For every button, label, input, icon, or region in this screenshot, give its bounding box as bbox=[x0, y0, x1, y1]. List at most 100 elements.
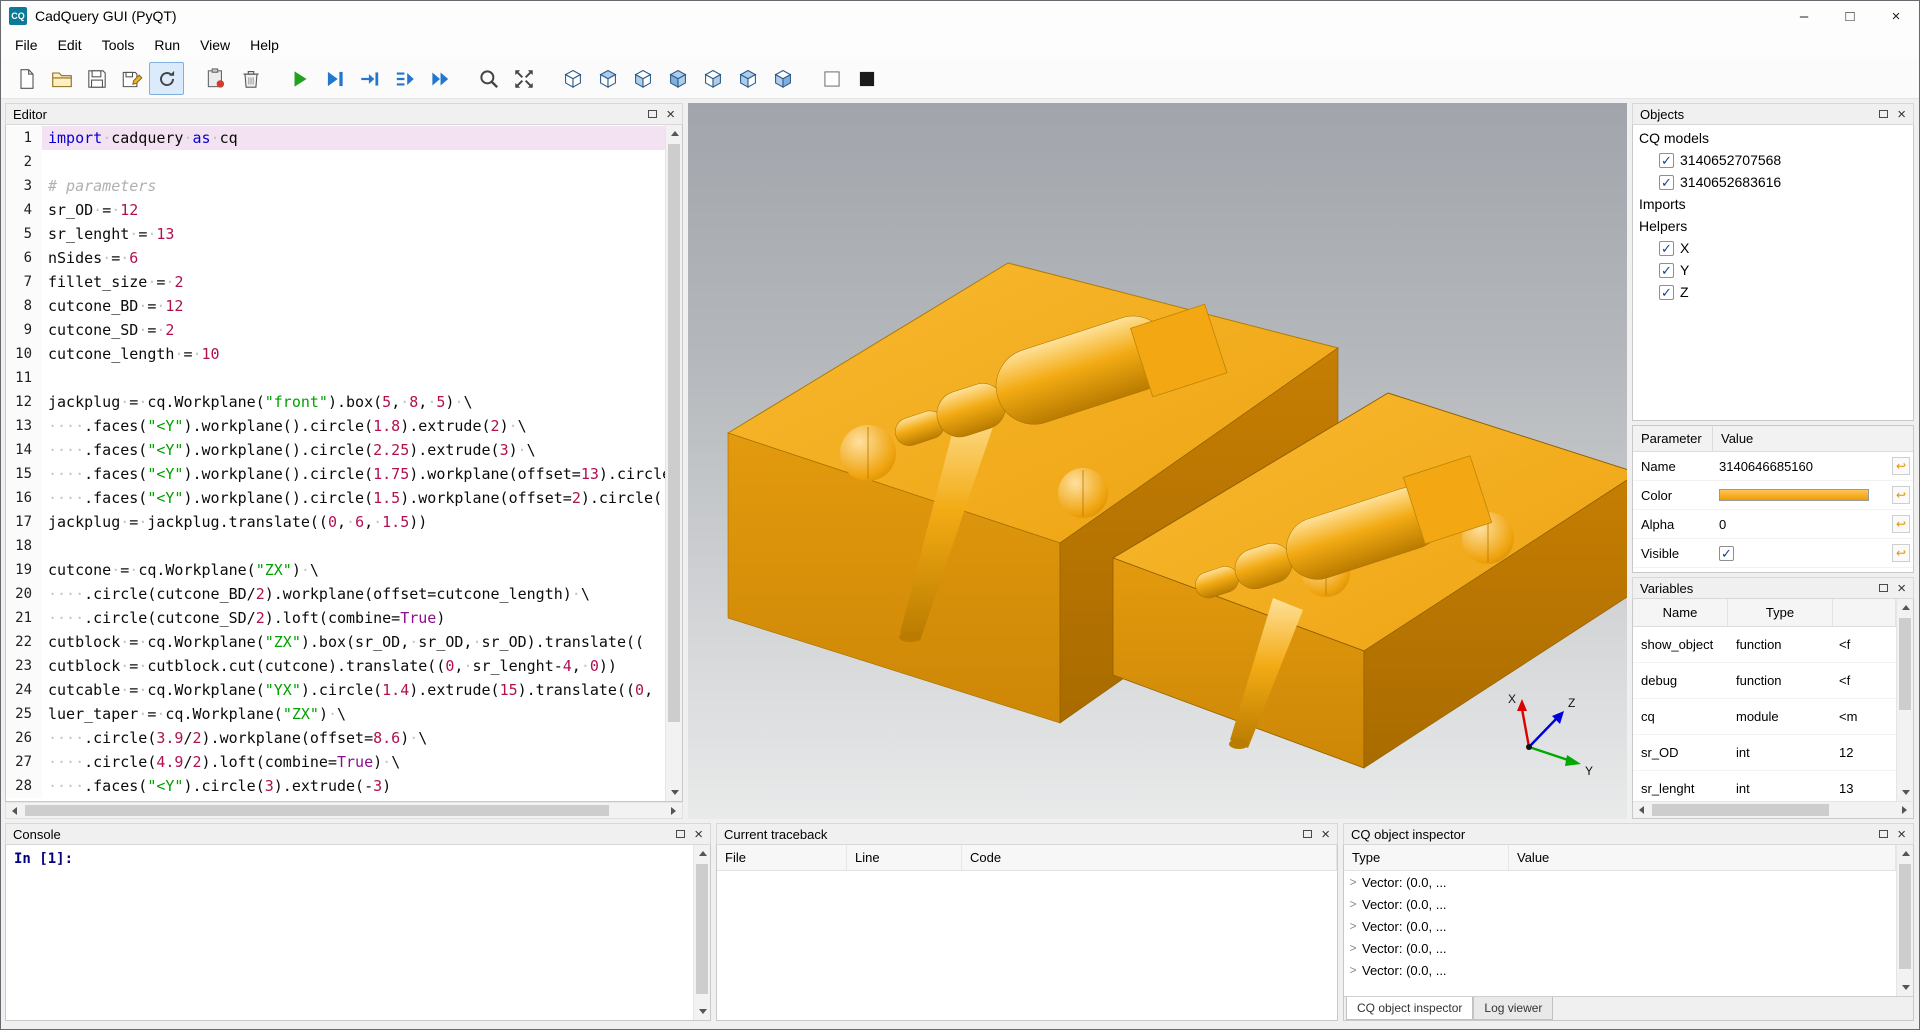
code-line-8[interactable]: 8cutcone_BD·=·12 bbox=[6, 294, 665, 318]
checkbox[interactable]: ✓ bbox=[1659, 153, 1674, 168]
code-line-25[interactable]: 25luer_taper·=·cq.Workplane("ZX")·\ bbox=[6, 702, 665, 726]
view-front-button[interactable] bbox=[625, 62, 660, 95]
minimize-button[interactable]: – bbox=[1781, 1, 1827, 31]
wireframe-button[interactable] bbox=[814, 62, 849, 95]
open-file-button[interactable] bbox=[44, 62, 79, 95]
fit-view-button[interactable] bbox=[506, 62, 541, 95]
expand-icon[interactable]: > bbox=[1344, 941, 1362, 955]
menu-edit[interactable]: Edit bbox=[48, 33, 92, 57]
tree-item-z[interactable]: ✓Z bbox=[1633, 281, 1913, 303]
menu-file[interactable]: File bbox=[5, 33, 48, 57]
render-button[interactable] bbox=[282, 62, 317, 95]
tree-item-cq-models[interactable]: CQ models bbox=[1633, 127, 1913, 149]
code-line-23[interactable]: 23cutblock·=·cutblock.cut(cutcone).trans… bbox=[6, 654, 665, 678]
inspector-vertical-scrollbar[interactable] bbox=[1896, 845, 1913, 996]
code-line-26[interactable]: 26····.circle(3.9/2).workplane(offset=8.… bbox=[6, 726, 665, 750]
view-back-button[interactable] bbox=[730, 62, 765, 95]
scroll-thumb[interactable] bbox=[1652, 804, 1829, 816]
inspector-row-4[interactable]: >Vector: (0.0, ... bbox=[1344, 959, 1896, 981]
reset-icon[interactable]: ↩ bbox=[1892, 457, 1910, 475]
scroll-up-button[interactable] bbox=[1897, 845, 1913, 862]
reset-icon[interactable]: ↩ bbox=[1892, 515, 1910, 533]
code-line-15[interactable]: 15····.faces("<Y").workplane().circle(1.… bbox=[6, 462, 665, 486]
code-line-13[interactable]: 13····.faces("<Y").workplane().circle(1.… bbox=[6, 414, 665, 438]
code-line-14[interactable]: 14····.faces("<Y").workplane().circle(2.… bbox=[6, 438, 665, 462]
scroll-down-button[interactable] bbox=[666, 784, 683, 801]
variable-row-sr-od[interactable]: sr_ODint12 bbox=[1633, 735, 1896, 771]
close-panel-button[interactable]: × bbox=[1321, 827, 1330, 842]
inspector-row-3[interactable]: >Vector: (0.0, ... bbox=[1344, 937, 1896, 959]
console-vertical-scrollbar[interactable] bbox=[693, 845, 710, 1020]
variable-row-debug[interactable]: debugfunction<f bbox=[1633, 663, 1896, 699]
code-line-17[interactable]: 17jackplug·=·jackplug.translate((0,·6,·1… bbox=[6, 510, 665, 534]
variable-row-show-object[interactable]: show_objectfunction<f bbox=[1633, 627, 1896, 663]
close-panel-button[interactable]: × bbox=[1897, 581, 1906, 596]
reset-icon[interactable]: ↩ bbox=[1892, 486, 1910, 504]
scroll-up-button[interactable] bbox=[1897, 599, 1913, 616]
float-panel-button[interactable] bbox=[1879, 584, 1888, 592]
code-line-9[interactable]: 9cutcone_SD·=·2 bbox=[6, 318, 665, 342]
scroll-thumb[interactable] bbox=[696, 864, 708, 994]
variable-row-cq[interactable]: cqmodule<m bbox=[1633, 699, 1896, 735]
float-panel-button[interactable] bbox=[648, 110, 657, 118]
scroll-right-button[interactable] bbox=[1896, 802, 1913, 819]
expand-icon[interactable]: > bbox=[1344, 919, 1362, 933]
debug-button[interactable] bbox=[317, 62, 352, 95]
viewport-3d[interactable]: X Z Y bbox=[688, 103, 1627, 819]
scroll-up-button[interactable] bbox=[694, 845, 711, 862]
step-button[interactable] bbox=[352, 62, 387, 95]
code-line-16[interactable]: 16····.faces("<Y").workplane().circle(1.… bbox=[6, 486, 665, 510]
maximize-button[interactable]: □ bbox=[1827, 1, 1873, 31]
scroll-thumb[interactable] bbox=[1899, 864, 1911, 969]
tree-item-x[interactable]: ✓X bbox=[1633, 237, 1913, 259]
continue-button[interactable] bbox=[422, 62, 457, 95]
close-panel-button[interactable]: × bbox=[1897, 827, 1906, 842]
variables-horizontal-scrollbar[interactable] bbox=[1633, 801, 1913, 818]
tree-item-imports[interactable]: Imports bbox=[1633, 193, 1913, 215]
float-panel-button[interactable] bbox=[1879, 830, 1888, 838]
scroll-down-button[interactable] bbox=[694, 1003, 711, 1020]
variables-vertical-scrollbar[interactable] bbox=[1896, 599, 1913, 801]
tree-item-helpers[interactable]: Helpers bbox=[1633, 215, 1913, 237]
checkbox[interactable]: ✓ bbox=[1659, 241, 1674, 256]
tree-item-3140652707568[interactable]: ✓3140652707568 bbox=[1633, 149, 1913, 171]
tab-cq-object-inspector[interactable]: CQ object inspector bbox=[1346, 997, 1473, 1020]
code-line-18[interactable]: 18 bbox=[6, 534, 665, 558]
editor-horizontal-scrollbar[interactable] bbox=[5, 802, 683, 819]
checkbox[interactable]: ✓ bbox=[1659, 175, 1674, 190]
tree-item-3140652683616[interactable]: ✓3140652683616 bbox=[1633, 171, 1913, 193]
code-line-24[interactable]: 24cutcable·=·cq.Workplane("YX").circle(1… bbox=[6, 678, 665, 702]
scroll-left-button[interactable] bbox=[1633, 802, 1650, 819]
code-line-27[interactable]: 27····.circle(4.9/2).loft(combine=True)·… bbox=[6, 750, 665, 774]
expand-icon[interactable]: > bbox=[1344, 963, 1362, 977]
float-panel-button[interactable] bbox=[1303, 830, 1312, 838]
code-line-10[interactable]: 10cutcone_length·=·10 bbox=[6, 342, 665, 366]
close-panel-button[interactable]: × bbox=[666, 107, 675, 122]
close-panel-button[interactable]: × bbox=[694, 827, 703, 842]
view-top-button[interactable] bbox=[590, 62, 625, 95]
scroll-thumb[interactable] bbox=[668, 144, 680, 722]
code-line-1[interactable]: 1import·cadquery·as·cq bbox=[6, 126, 665, 150]
step-into-button[interactable] bbox=[387, 62, 422, 95]
menu-help[interactable]: Help bbox=[240, 33, 289, 57]
close-button[interactable]: × bbox=[1873, 1, 1919, 31]
editor-vertical-scrollbar[interactable] bbox=[665, 125, 682, 801]
scroll-thumb[interactable] bbox=[25, 805, 609, 816]
console-prompt[interactable]: In [1]: bbox=[6, 845, 693, 1020]
code-line-11[interactable]: 11 bbox=[6, 366, 665, 390]
menu-view[interactable]: View bbox=[190, 33, 240, 57]
property-value[interactable]: 3140646685160 bbox=[1713, 459, 1892, 474]
float-panel-button[interactable] bbox=[1879, 110, 1888, 118]
checkbox[interactable]: ✓ bbox=[1659, 285, 1674, 300]
tree-item-y[interactable]: ✓Y bbox=[1633, 259, 1913, 281]
view-right-button[interactable] bbox=[695, 62, 730, 95]
shaded-button[interactable] bbox=[849, 62, 884, 95]
inspector-row-2[interactable]: >Vector: (0.0, ... bbox=[1344, 915, 1896, 937]
scroll-left-button[interactable] bbox=[6, 802, 23, 819]
code-line-7[interactable]: 7fillet_size·=·2 bbox=[6, 270, 665, 294]
checkbox[interactable]: ✓ bbox=[1719, 546, 1734, 561]
scroll-up-button[interactable] bbox=[666, 125, 683, 142]
checkbox[interactable]: ✓ bbox=[1659, 263, 1674, 278]
code-line-6[interactable]: 6nSides·=·6 bbox=[6, 246, 665, 270]
scroll-right-button[interactable] bbox=[665, 802, 682, 819]
